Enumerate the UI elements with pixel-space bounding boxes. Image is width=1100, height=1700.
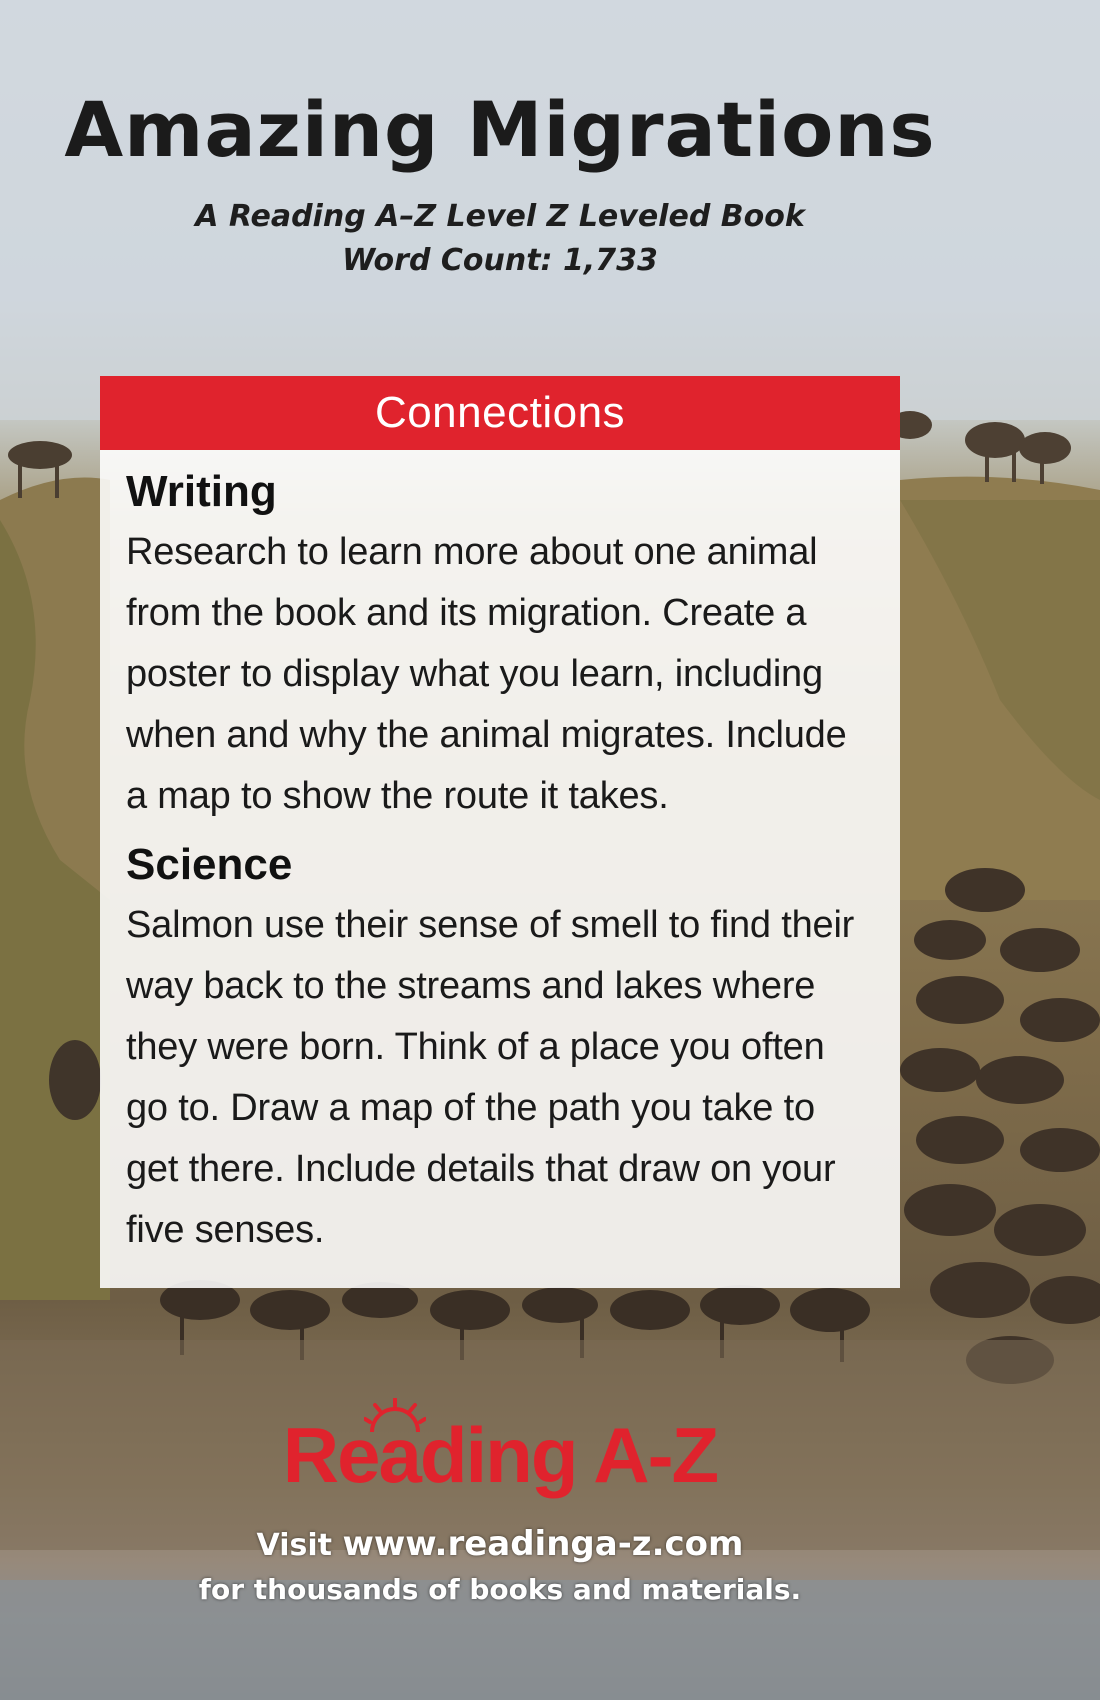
- visit-prefix: Visit: [256, 1528, 333, 1563]
- connections-card: Connections Writing Research to learn mo…: [100, 376, 900, 1288]
- writing-heading: Writing: [126, 467, 277, 516]
- word-count: Word Count: 1,733: [342, 243, 658, 278]
- connections-body: Writing Research to learn more about one…: [100, 450, 900, 1261]
- book-subtitle: A Reading A–Z Level Z Leveled Book: [195, 199, 805, 234]
- writing-text: Research to learn more about one animal …: [126, 531, 847, 817]
- science-heading: Science: [126, 840, 293, 889]
- visit-line: Visit www.readinga-z.com: [0, 1527, 1000, 1561]
- footer-tagline: for thousands of books and materials.: [198, 1573, 802, 1606]
- science-text: Salmon use their sense of smell to find …: [126, 904, 855, 1251]
- book-title: Amazing Migrations: [64, 85, 936, 174]
- connections-header: Connections: [100, 376, 900, 450]
- reading-az-logo: Reading A-Z: [282, 1411, 719, 1499]
- website-link[interactable]: www.readinga-z.com: [342, 1524, 743, 1564]
